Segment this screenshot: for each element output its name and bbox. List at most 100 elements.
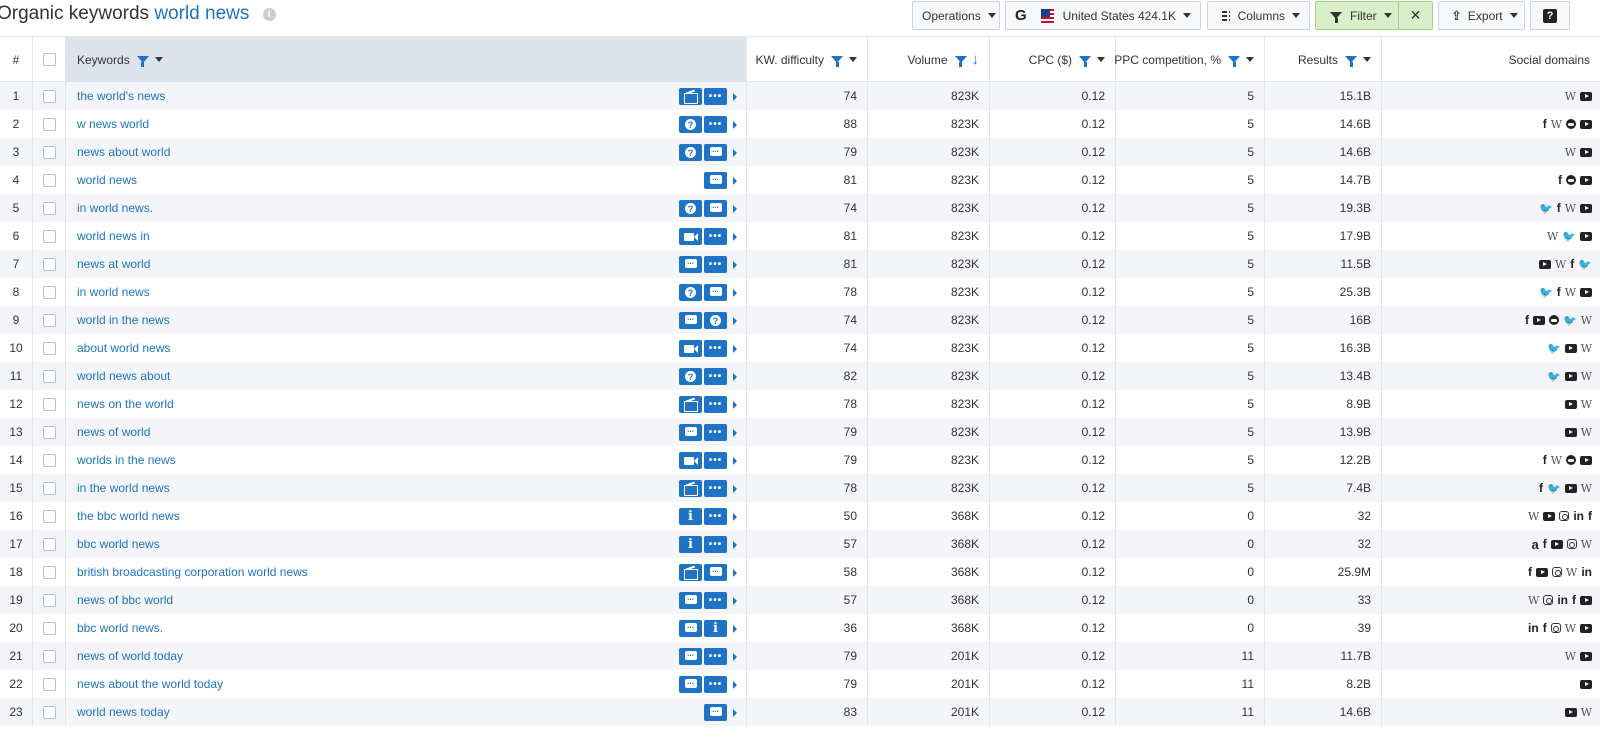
row-checkbox[interactable] bbox=[42, 257, 56, 271]
row-checkbox[interactable] bbox=[42, 453, 56, 467]
reviews-icon[interactable] bbox=[704, 200, 727, 217]
row-checkbox[interactable] bbox=[42, 313, 56, 327]
chevron-down-icon[interactable] bbox=[1246, 57, 1254, 62]
row-checkbox[interactable] bbox=[42, 481, 56, 495]
expand-arrow-icon[interactable] bbox=[733, 92, 737, 101]
youtube-icon[interactable] bbox=[1538, 259, 1551, 269]
wikipedia-icon[interactable]: W bbox=[1565, 90, 1576, 103]
wikipedia-icon[interactable]: W bbox=[1581, 706, 1592, 719]
instagram-icon[interactable] bbox=[1566, 539, 1577, 549]
filter-icon[interactable] bbox=[1345, 56, 1357, 67]
col-volume[interactable]: Volume ↓ bbox=[868, 37, 990, 82]
row-checkbox[interactable] bbox=[42, 649, 56, 663]
twitter-icon[interactable]: 🐦 bbox=[1539, 286, 1553, 299]
table-row[interactable]: 8 in world news 78 823K 0.12 5 25.3B 🐦 fW bbox=[0, 278, 1600, 306]
wikipedia-icon[interactable]: W bbox=[1565, 202, 1576, 215]
wikipedia-icon[interactable]: W bbox=[1547, 230, 1558, 243]
expand-arrow-icon[interactable] bbox=[733, 400, 737, 409]
filter-button[interactable]: Filter bbox=[1315, 1, 1399, 30]
col-keywords[interactable]: Keywords bbox=[66, 37, 747, 82]
columns-button[interactable]: Columns bbox=[1207, 1, 1310, 30]
row-checkbox[interactable] bbox=[42, 425, 56, 439]
row-checkbox[interactable] bbox=[42, 201, 56, 215]
more-features-icon[interactable] bbox=[704, 88, 727, 105]
facebook-icon[interactable]: f bbox=[1570, 257, 1574, 271]
more-features-icon[interactable] bbox=[704, 508, 727, 525]
twitter-icon[interactable]: 🐦 bbox=[1562, 230, 1576, 243]
top-stories-icon[interactable] bbox=[679, 396, 702, 413]
table-row[interactable]: 10 about world news 74 823K 0.12 5 16.3B… bbox=[0, 334, 1600, 362]
keyword-link[interactable]: news about world bbox=[66, 145, 170, 159]
expand-arrow-icon[interactable] bbox=[733, 568, 737, 577]
table-row[interactable]: 5 in world news. 74 823K 0.12 5 19.3B 🐦 f… bbox=[0, 194, 1600, 222]
wikipedia-icon[interactable]: W bbox=[1581, 538, 1592, 551]
table-row[interactable]: 15 in the world news 78 823K 0.12 5 7.4B… bbox=[0, 474, 1600, 502]
youtube-icon[interactable] bbox=[1580, 147, 1592, 157]
table-row[interactable]: 22 news about the world today 79 201K 0.… bbox=[0, 670, 1600, 698]
more-features-icon[interactable] bbox=[704, 676, 727, 693]
top-stories-icon[interactable] bbox=[679, 88, 702, 105]
info-icon[interactable]: i bbox=[262, 8, 276, 21]
reviews-icon[interactable] bbox=[679, 620, 702, 637]
chevron-down-icon[interactable] bbox=[1097, 57, 1105, 62]
chevron-down-icon[interactable] bbox=[154, 57, 163, 62]
linkedin-icon[interactable]: in bbox=[1573, 509, 1584, 523]
more-features-icon[interactable] bbox=[704, 424, 727, 441]
row-checkbox[interactable] bbox=[42, 341, 56, 355]
table-row[interactable]: 9 world in the news 74 823K 0.12 5 16B f… bbox=[0, 306, 1600, 334]
people-also-ask-icon[interactable] bbox=[679, 368, 702, 385]
row-checkbox[interactable] bbox=[42, 229, 56, 243]
twitter-icon[interactable]: 🐦 bbox=[1547, 482, 1561, 495]
expand-arrow-icon[interactable] bbox=[733, 512, 737, 521]
linkedin-icon[interactable]: in bbox=[1581, 565, 1592, 579]
youtube-icon[interactable] bbox=[1550, 539, 1563, 549]
youtube-icon[interactable] bbox=[1532, 315, 1545, 325]
people-also-ask-icon[interactable] bbox=[679, 116, 702, 133]
wikipedia-icon[interactable]: W bbox=[1581, 482, 1592, 495]
table-row[interactable]: 23 world news today 83 201K 0.12 11 14.6… bbox=[0, 698, 1600, 726]
keyword-link[interactable]: bbc world news bbox=[66, 537, 160, 551]
table-row[interactable]: 19 news of bbc world 57 368K 0.12 0 33 W… bbox=[0, 586, 1600, 614]
wikipedia-icon[interactable]: W bbox=[1581, 398, 1592, 411]
reviews-icon[interactable] bbox=[679, 424, 702, 441]
instagram-icon[interactable] bbox=[1552, 567, 1563, 577]
row-checkbox[interactable] bbox=[42, 593, 56, 607]
col-ppc[interactable]: PPC competition, % bbox=[1114, 37, 1265, 82]
wikipedia-icon[interactable]: W bbox=[1555, 258, 1566, 271]
keyword-link[interactable]: the world's news bbox=[66, 89, 165, 103]
expand-arrow-icon[interactable] bbox=[733, 148, 737, 157]
reviews-icon[interactable] bbox=[704, 144, 727, 161]
people-also-ask-icon[interactable] bbox=[704, 312, 727, 329]
expand-arrow-icon[interactable] bbox=[733, 372, 737, 381]
people-also-ask-icon[interactable] bbox=[679, 144, 702, 161]
more-features-icon[interactable] bbox=[704, 228, 727, 245]
row-checkbox[interactable] bbox=[42, 369, 56, 383]
keyword-link[interactable]: news about the world today bbox=[66, 677, 223, 691]
twitter-icon[interactable]: 🐦 bbox=[1539, 202, 1553, 215]
table-row[interactable]: 17 bbc world news 57 368K 0.12 0 32 af W bbox=[0, 530, 1600, 558]
expand-arrow-icon[interactable] bbox=[733, 288, 737, 297]
expand-arrow-icon[interactable] bbox=[733, 484, 737, 493]
country-selector[interactable]: G United States 424.1K bbox=[1005, 1, 1201, 30]
filter-icon[interactable] bbox=[954, 56, 967, 67]
row-checkbox[interactable] bbox=[42, 89, 56, 103]
row-checkbox[interactable] bbox=[42, 537, 56, 551]
instagram-icon[interactable] bbox=[1559, 511, 1570, 521]
reddit-icon[interactable] bbox=[1566, 119, 1576, 129]
youtube-icon[interactable] bbox=[1564, 707, 1577, 717]
page-title-keyword[interactable]: world news bbox=[154, 3, 249, 24]
expand-arrow-icon[interactable] bbox=[733, 428, 737, 437]
select-all-checkbox[interactable] bbox=[42, 53, 56, 66]
amazon-icon[interactable]: a bbox=[1531, 537, 1538, 552]
reddit-icon[interactable] bbox=[1566, 455, 1576, 465]
more-features-icon[interactable] bbox=[704, 116, 727, 133]
table-row[interactable]: 3 news about world 79 823K 0.12 5 14.6B … bbox=[0, 138, 1600, 166]
youtube-icon[interactable] bbox=[1564, 427, 1577, 437]
table-row[interactable]: 21 news of world today 79 201K 0.12 11 1… bbox=[0, 642, 1600, 670]
youtube-icon[interactable] bbox=[1580, 679, 1592, 689]
facebook-icon[interactable]: f bbox=[1539, 481, 1543, 495]
expand-arrow-icon[interactable] bbox=[733, 708, 737, 717]
video-icon[interactable] bbox=[679, 452, 702, 469]
expand-arrow-icon[interactable] bbox=[733, 260, 737, 269]
expand-arrow-icon[interactable] bbox=[733, 344, 737, 353]
